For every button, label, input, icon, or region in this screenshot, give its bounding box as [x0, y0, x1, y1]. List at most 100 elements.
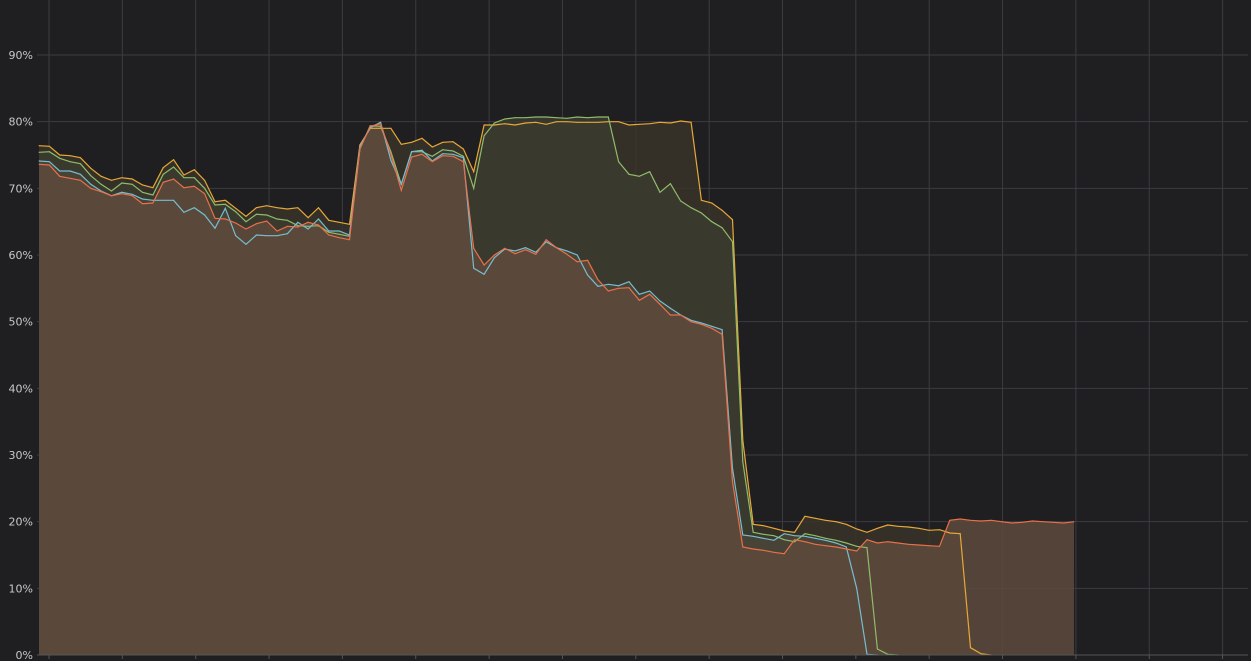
data-point [897, 525, 899, 527]
data-point [193, 207, 195, 209]
y-tick-label: 60% [9, 249, 33, 262]
data-point [214, 217, 216, 219]
data-point [980, 653, 982, 655]
data-point [628, 173, 630, 175]
data-point [721, 333, 723, 335]
data-point [493, 122, 495, 124]
data-point [928, 529, 930, 531]
data-point [90, 187, 92, 189]
data-point [338, 237, 340, 239]
data-point [214, 204, 216, 206]
data-point [204, 193, 206, 195]
data-point [266, 205, 268, 207]
data-point [79, 157, 81, 159]
data-point [783, 533, 785, 535]
data-point [700, 322, 703, 324]
data-point [576, 254, 578, 256]
data-point [421, 153, 423, 155]
data-point [483, 124, 485, 126]
data-point [442, 155, 444, 157]
data-point [742, 461, 744, 463]
data-point [48, 164, 51, 166]
data-point [607, 116, 609, 118]
data-point [79, 173, 81, 175]
data-point [1042, 521, 1044, 523]
data-point [173, 178, 175, 180]
data-point [804, 541, 806, 543]
data-point [162, 181, 164, 183]
data-point [462, 148, 464, 150]
data-point [297, 221, 299, 223]
data-point [245, 215, 247, 217]
data-point [48, 145, 51, 147]
data-point [597, 279, 599, 281]
data-point [949, 519, 951, 521]
data-point [411, 151, 413, 153]
data-point [266, 235, 268, 237]
data-point [390, 153, 392, 155]
data-point [680, 120, 682, 122]
data-point [638, 175, 640, 177]
data-point [659, 191, 661, 193]
data-point [680, 314, 682, 316]
data-point [400, 183, 402, 185]
data-point [48, 161, 51, 163]
data-point [317, 218, 320, 220]
data-point [224, 207, 226, 209]
data-point [618, 285, 620, 287]
data-point [825, 545, 827, 547]
data-point [618, 121, 620, 123]
data-point [856, 545, 858, 547]
data-point [328, 219, 330, 221]
data-point [421, 149, 423, 151]
data-point [204, 179, 206, 181]
data-point [204, 214, 206, 216]
data-point [545, 116, 547, 118]
data-point [721, 329, 723, 331]
data-point [794, 531, 796, 533]
data-point [266, 220, 268, 222]
data-point [773, 551, 775, 553]
data-point [79, 179, 81, 181]
data-point [649, 290, 651, 292]
data-point [452, 150, 454, 152]
data-point [390, 159, 392, 161]
data-point [152, 187, 154, 189]
data-point [121, 182, 123, 184]
data-point [235, 222, 237, 224]
data-point [980, 520, 982, 522]
data-point [752, 531, 754, 533]
data-point [835, 542, 837, 544]
data-point [121, 193, 123, 195]
data-point [545, 123, 547, 125]
data-point [1063, 522, 1065, 524]
data-point [110, 179, 113, 181]
data-point [276, 235, 278, 237]
data-point [783, 539, 785, 541]
data-point [876, 527, 879, 529]
data-point [131, 195, 133, 197]
data-point [255, 234, 257, 236]
data-point [804, 533, 806, 535]
data-point [742, 546, 744, 548]
data-point [524, 247, 527, 249]
data-point [193, 185, 195, 187]
data-point [214, 201, 216, 203]
data-point [307, 217, 309, 219]
data-point [804, 515, 806, 517]
data-point [1011, 522, 1013, 524]
data-point [969, 647, 972, 649]
data-point [390, 127, 392, 129]
data-point [483, 135, 485, 137]
data-point [504, 118, 506, 120]
data-point [442, 141, 444, 143]
data-point [235, 211, 237, 213]
data-point [524, 117, 527, 119]
data-point [183, 177, 185, 179]
data-point [607, 290, 609, 292]
data-point [235, 207, 237, 209]
data-point [535, 253, 537, 255]
data-point [597, 116, 599, 118]
data-point [317, 207, 320, 209]
data-point [338, 233, 340, 235]
